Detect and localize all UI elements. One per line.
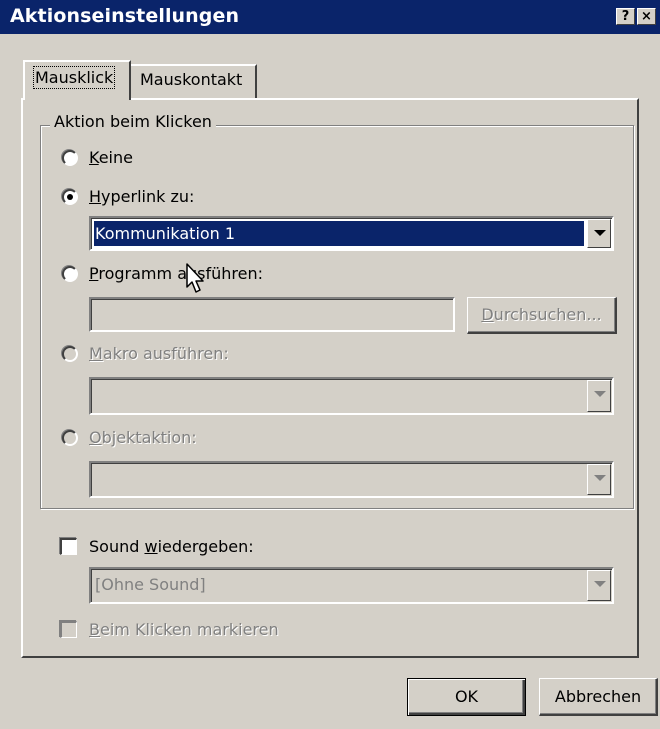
radio-hyperlink[interactable]: Hyperlink zu:	[62, 187, 194, 206]
radio-none[interactable]: Keine	[62, 148, 133, 167]
object-action-select-value	[94, 466, 584, 493]
sound-dropdown-button[interactable]	[587, 570, 611, 601]
chevron-down-icon	[594, 391, 606, 397]
radio-none-label: Keine	[89, 148, 133, 167]
cancel-button[interactable]: Abbrechen	[539, 678, 658, 716]
macro-dropdown-button[interactable]	[587, 380, 611, 412]
chevron-down-icon	[594, 230, 606, 236]
help-button[interactable]: ?	[616, 8, 635, 25]
radio-program-button[interactable]	[62, 265, 78, 282]
macro-select[interactable]	[89, 377, 614, 415]
radio-object-action[interactable]: Objektaktion:	[62, 428, 197, 447]
object-action-select[interactable]	[89, 461, 614, 498]
sound-select[interactable]: [Ohne Sound]	[89, 567, 614, 604]
highlight-checkbox[interactable]	[60, 621, 77, 638]
hyperlink-dropdown-button[interactable]	[587, 219, 611, 248]
sound-checkbox-label: Sound wiedergeben:	[89, 537, 254, 556]
radio-object-action-button[interactable]	[62, 429, 78, 446]
close-button[interactable]: ×	[637, 8, 656, 25]
tab-mouse-click[interactable]: Mausklick	[23, 60, 131, 100]
sound-checkbox-row[interactable]: Sound wiedergeben:	[60, 537, 254, 556]
highlight-checkbox-row[interactable]: Beim Klicken markieren	[60, 620, 279, 639]
radio-object-action-label: Objektaktion:	[89, 428, 197, 447]
tab-mouse-over-label: Mauskontakt	[140, 70, 243, 89]
radio-hyperlink-label: Hyperlink zu:	[89, 187, 195, 206]
action-settings-dialog: Aktionseinstellungen ? × Mausklick Mausk…	[0, 0, 660, 729]
title-bar[interactable]: Aktionseinstellungen ? ×	[0, 0, 660, 34]
chevron-down-icon	[594, 475, 606, 481]
hyperlink-select[interactable]: Kommunikation 1	[89, 216, 614, 251]
action-group-title: Aktion beim Klicken	[50, 112, 216, 131]
tab-mouse-over[interactable]: Mauskontakt	[130, 64, 257, 100]
tab-mouse-click-label: Mausklick	[32, 66, 116, 89]
sound-checkbox[interactable]	[60, 538, 77, 555]
object-action-dropdown-button[interactable]	[587, 464, 611, 495]
radio-none-button[interactable]	[62, 149, 78, 166]
ok-button[interactable]: OK	[407, 678, 526, 716]
radio-program[interactable]: Programm ausführen:	[62, 264, 263, 283]
chevron-down-icon	[594, 581, 606, 587]
radio-program-label: Programm ausführen:	[89, 264, 263, 283]
browse-button[interactable]: Durchsuchen...	[467, 297, 617, 334]
program-path-value	[94, 302, 425, 327]
radio-macro[interactable]: Makro ausführen:	[62, 344, 229, 363]
program-path-input[interactable]	[89, 297, 455, 332]
radio-hyperlink-button[interactable]	[62, 188, 78, 205]
sound-select-value: [Ohne Sound]	[95, 575, 206, 594]
highlight-checkbox-label: Beim Klicken markieren	[89, 620, 279, 639]
mouse-cursor-icon	[186, 263, 204, 293]
window-title: Aktionseinstellungen	[10, 5, 240, 27]
hyperlink-select-value: Kommunikation 1	[94, 221, 584, 246]
radio-macro-button[interactable]	[62, 345, 78, 362]
radio-macro-label: Makro ausführen:	[89, 344, 229, 363]
macro-select-value	[94, 382, 584, 410]
